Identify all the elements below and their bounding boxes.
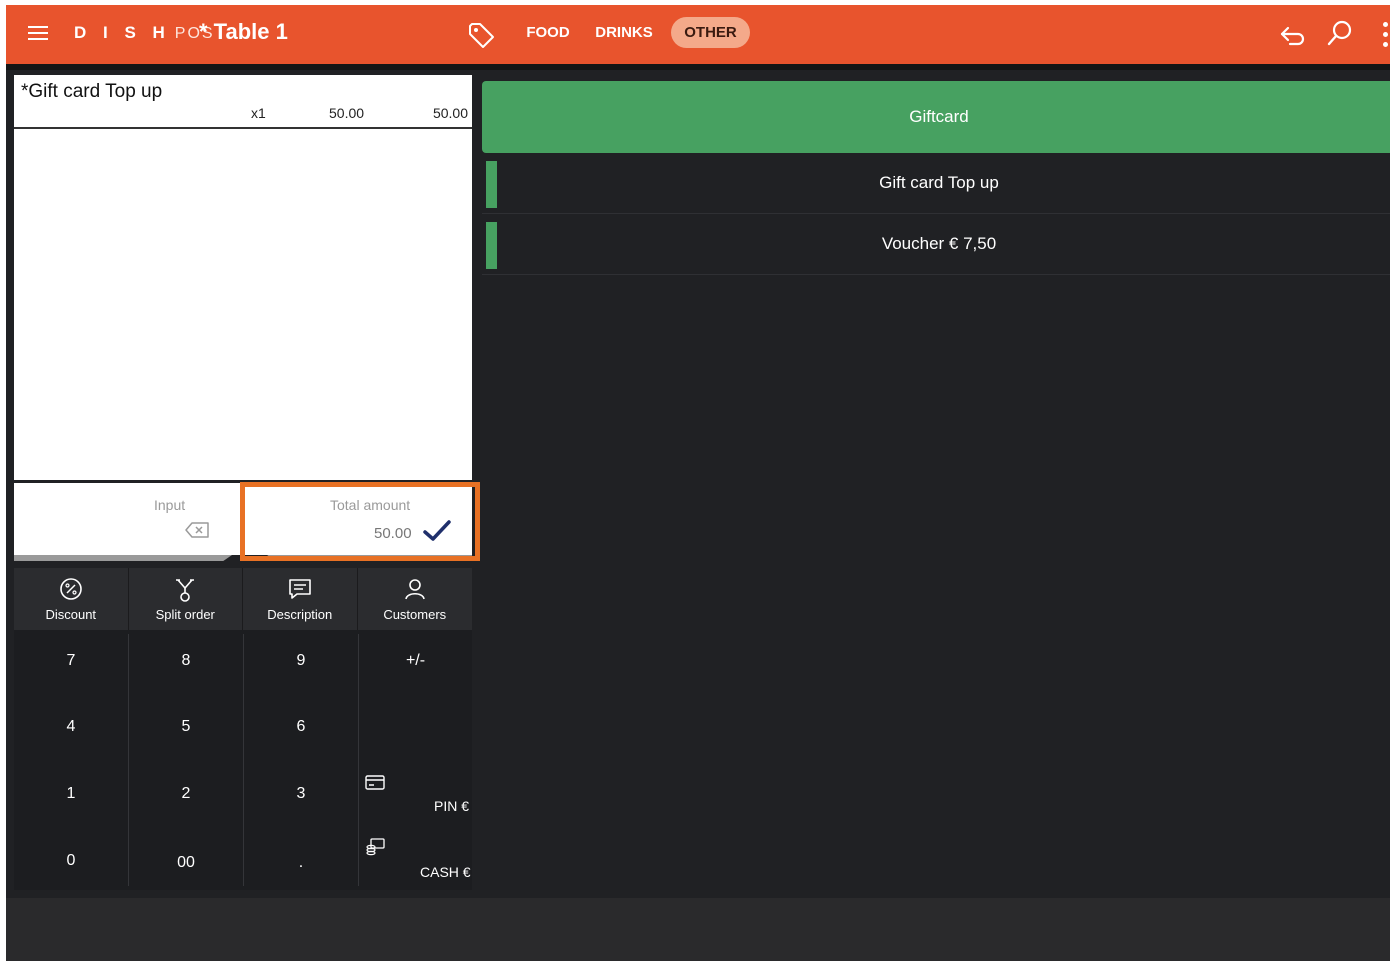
- discount-icon: [59, 578, 82, 600]
- input-label: Input: [154, 497, 186, 513]
- description-label: Description: [267, 607, 333, 622]
- description-icon: [288, 579, 311, 599]
- undo-icon[interactable]: [1279, 22, 1307, 48]
- pos-app: D I S H POS * Table 1 FOOD DRINKS OTHER …: [6, 5, 1390, 961]
- tab-drinks[interactable]: DRINKS: [588, 17, 660, 48]
- key-5[interactable]: 5: [129, 718, 243, 736]
- key-1[interactable]: 1: [14, 785, 128, 803]
- key-7[interactable]: 7: [14, 652, 128, 670]
- description-button[interactable]: Description: [243, 568, 358, 630]
- key-0[interactable]: 0: [14, 852, 128, 870]
- order-item-price: 50.00: [329, 105, 365, 121]
- highlight-box: [240, 482, 480, 561]
- keypad-divider: [128, 634, 129, 886]
- more-icon[interactable]: [1383, 22, 1390, 52]
- topbar-divider: [6, 64, 1390, 70]
- product-group-giftcard[interactable]: Giftcard: [482, 81, 1390, 153]
- brand-bold: D I S H: [74, 23, 171, 42]
- cash-button[interactable]: CASH €: [359, 832, 472, 890]
- product-name: Gift card Top up: [879, 173, 999, 192]
- tab-other[interactable]: OTHER: [671, 17, 750, 48]
- split-order-label: Split order: [155, 607, 215, 622]
- pin-label: PIN €: [434, 798, 470, 814]
- action-bar: Discount Split order Description Custome…: [14, 568, 472, 630]
- product-voucher[interactable]: Voucher € 7,50: [482, 218, 1390, 275]
- tag-icon[interactable]: [466, 20, 496, 50]
- order-item-name: *Gift card Top up: [21, 81, 163, 102]
- discount-label: Discount: [45, 607, 97, 622]
- menu-icon[interactable]: [28, 26, 48, 42]
- pin-button[interactable]: PIN €: [359, 766, 472, 828]
- order-list: *Gift card Top up x1 50.00 50.00: [14, 75, 472, 480]
- split-icon: [176, 579, 195, 602]
- cash-label: CASH €: [420, 864, 471, 880]
- input-tab: [14, 555, 232, 561]
- search-icon[interactable]: [1326, 19, 1354, 49]
- discount-button[interactable]: Discount: [14, 568, 129, 630]
- key-decimal[interactable]: .: [244, 854, 358, 872]
- table-title: * Table 1: [199, 19, 288, 44]
- order-line[interactable]: *Gift card Top up x1 50.00 50.00: [14, 75, 472, 129]
- customers-icon: [404, 579, 425, 600]
- key-00[interactable]: 00: [129, 854, 243, 872]
- tab-food[interactable]: FOOD: [512, 17, 584, 48]
- backspace-icon[interactable]: [184, 521, 210, 539]
- split-order-button[interactable]: Split order: [129, 568, 243, 630]
- key-3[interactable]: 3: [244, 785, 358, 803]
- key-plus-minus[interactable]: +/-: [359, 652, 472, 670]
- cash-icon: [366, 838, 385, 856]
- customers-button[interactable]: Customers: [358, 568, 473, 630]
- key-9[interactable]: 9: [244, 652, 358, 670]
- key-2[interactable]: 2: [129, 785, 243, 803]
- product-gift-card-top-up[interactable]: Gift card Top up: [482, 157, 1390, 214]
- bottom-bar: [6, 898, 1390, 961]
- order-item-total: 50.00: [432, 105, 468, 121]
- customers-label: Customers: [383, 607, 447, 622]
- key-4[interactable]: 4: [14, 718, 128, 736]
- product-name: Voucher € 7,50: [881, 234, 997, 253]
- key-8[interactable]: 8: [129, 652, 243, 670]
- top-bar: D I S H POS * Table 1 FOOD DRINKS OTHER: [6, 5, 1390, 64]
- card-icon: [365, 775, 385, 790]
- key-6[interactable]: 6: [244, 718, 358, 736]
- keypad: 7 8 9 +/- 4 5 6 1 2 3 0 00 . PIN € CASH: [14, 630, 472, 890]
- brand-logo: D I S H POS: [74, 23, 215, 43]
- order-item-qty: x1: [251, 105, 266, 121]
- keypad-divider: [243, 634, 244, 886]
